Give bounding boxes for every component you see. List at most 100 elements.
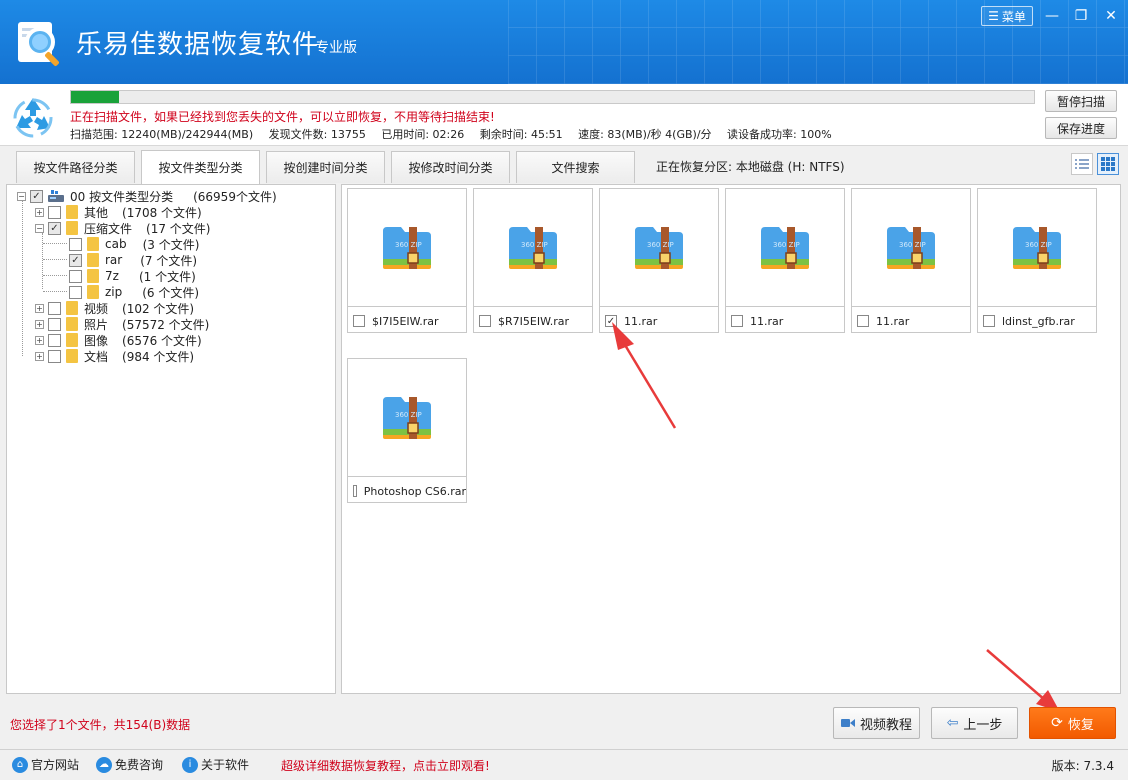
- file-tile[interactable]: 360 ZIP $I7I5EIW.rar: [347, 188, 467, 333]
- expand-icon[interactable]: +: [35, 207, 44, 217]
- file-label-row[interactable]: 11.rar: [726, 309, 844, 333]
- file-name: 11.rar: [624, 314, 658, 328]
- save-progress-button[interactable]: 保存进度: [1045, 117, 1117, 139]
- file-tile[interactable]: 360 ZIP 11.rar: [851, 188, 971, 333]
- zip-archive-icon: 360 ZIP: [383, 226, 431, 269]
- file-label-row[interactable]: Photoshop CS6.rar: [348, 479, 466, 503]
- recover-label: 恢复: [1067, 717, 1094, 733]
- tree-item-documents[interactable]: + 文档 (984 个文件): [35, 348, 194, 364]
- tab-by-path[interactable]: 按文件路径分类: [16, 151, 135, 183]
- tree-checkbox[interactable]: ✓: [30, 189, 43, 203]
- list-view-button[interactable]: [1071, 153, 1093, 175]
- zip-icon-text: 360 ZIP: [395, 241, 422, 249]
- expand-icon[interactable]: +: [35, 351, 44, 361]
- tab-by-type[interactable]: 按文件类型分类: [141, 150, 260, 184]
- tree-checkbox[interactable]: [48, 349, 61, 363]
- zip-archive-icon: 360 ZIP: [383, 396, 431, 439]
- file-type-tree: − ✓ 00 按文件类型分类 (66959个文件) + 其他 (1708 个文件…: [6, 184, 336, 694]
- expand-icon[interactable]: +: [35, 319, 44, 329]
- file-checkbox[interactable]: [479, 315, 491, 327]
- file-checkbox[interactable]: [353, 315, 365, 327]
- file-label-row[interactable]: ✓ 11.rar: [600, 309, 718, 333]
- file-label-row[interactable]: 11.rar: [852, 309, 970, 333]
- file-checkbox[interactable]: [731, 315, 743, 327]
- tree-root[interactable]: − ✓ 00 按文件类型分类 (66959个文件): [17, 188, 277, 204]
- zip-icon-text: 360 ZIP: [1025, 241, 1052, 249]
- file-tile[interactable]: 360 ZIP 11.rar: [725, 188, 845, 333]
- zip-icon-text: 360 ZIP: [647, 241, 674, 249]
- chat-icon: ☁: [96, 756, 112, 773]
- folder-icon: [87, 269, 99, 283]
- tree-item-images[interactable]: + 图像 (6576 个文件): [35, 332, 202, 348]
- tree-checkbox[interactable]: [69, 237, 82, 251]
- tab-by-modified-time[interactable]: 按修改时间分类: [391, 151, 510, 183]
- file-label-row[interactable]: $R7I5EIW.rar: [474, 309, 592, 333]
- pause-scan-button[interactable]: 暂停扫描: [1045, 90, 1117, 112]
- file-thumbnail[interactable]: 360 ZIP: [600, 189, 718, 307]
- file-checkbox[interactable]: ✓: [605, 315, 617, 327]
- official-site-link[interactable]: ⌂ 官方网站: [12, 756, 79, 773]
- tree-checkbox[interactable]: [48, 317, 61, 331]
- file-label-row[interactable]: $I7I5EIW.rar: [348, 309, 466, 333]
- expand-icon[interactable]: +: [35, 303, 44, 313]
- tree-checkbox[interactable]: ✓: [69, 253, 82, 267]
- tree-item-zip[interactable]: zip (6 个文件): [69, 284, 199, 300]
- tab-by-created-time[interactable]: 按创建时间分类: [266, 151, 385, 183]
- menu-button[interactable]: ☰ 菜单: [981, 6, 1033, 26]
- file-name: $I7I5EIW.rar: [372, 314, 439, 328]
- tree-item-photos[interactable]: + 照片 (57572 个文件): [35, 316, 209, 332]
- file-thumbnail[interactable]: 360 ZIP: [978, 189, 1096, 307]
- expand-icon[interactable]: +: [35, 335, 44, 345]
- minimize-icon: —: [1045, 8, 1059, 24]
- file-thumbnail[interactable]: 360 ZIP: [726, 189, 844, 307]
- tree-item-cab[interactable]: cab (3 个文件): [69, 236, 199, 252]
- file-thumbnail[interactable]: 360 ZIP: [348, 189, 466, 307]
- tree-checkbox[interactable]: [48, 205, 61, 219]
- tree-item-video[interactable]: + 视频 (102 个文件): [35, 300, 194, 316]
- file-thumbnail[interactable]: 360 ZIP: [348, 359, 466, 477]
- recover-button[interactable]: ⟳ 恢复: [1029, 707, 1116, 739]
- tree-item-rar[interactable]: ✓ rar (7 个文件): [69, 252, 197, 268]
- file-label-row[interactable]: ldinst_gfb.rar: [978, 309, 1096, 333]
- menu-label: 菜单: [1001, 9, 1026, 24]
- tree-checkbox[interactable]: [48, 333, 61, 347]
- video-tutorial-button[interactable]: 视频教程: [833, 707, 920, 739]
- tab-file-search[interactable]: 文件搜索: [516, 151, 635, 183]
- collapse-icon[interactable]: −: [35, 223, 44, 233]
- file-checkbox[interactable]: [857, 315, 869, 327]
- free-consult-link[interactable]: ☁ 免费咨询: [96, 756, 163, 773]
- about-label: 关于软件: [201, 758, 250, 772]
- tree-item-other[interactable]: + 其他 (1708 个文件): [35, 204, 202, 220]
- file-thumbnail[interactable]: 360 ZIP: [852, 189, 970, 307]
- tree-checkbox[interactable]: ✓: [48, 221, 61, 235]
- file-tile[interactable]: 360 ZIP Photoshop CS6.rar: [347, 358, 467, 503]
- zip-archive-icon: 360 ZIP: [761, 226, 809, 269]
- tree-label: 7z: [105, 269, 119, 283]
- file-checkbox[interactable]: [983, 315, 995, 327]
- collapse-icon[interactable]: −: [17, 191, 26, 201]
- file-tile[interactable]: 360 ZIP ✓ 11.rar: [599, 188, 719, 333]
- tree-item-7z[interactable]: 7z (1 个文件): [69, 268, 196, 284]
- scan-stats: 扫描范围: 12240(MB)/242944(MB) 发现文件数: 13755 …: [70, 126, 844, 142]
- previous-step-button[interactable]: ⇦ 上一步: [931, 707, 1018, 739]
- maximize-button[interactable]: ❐: [1071, 6, 1091, 26]
- tree-item-archives[interactable]: − ✓ 压缩文件 (17 个文件): [35, 220, 210, 236]
- file-thumbnail[interactable]: 360 ZIP: [474, 189, 592, 307]
- free-consult-label: 免费咨询: [115, 758, 164, 772]
- scan-progress-fill: [71, 91, 120, 103]
- tree-checkbox[interactable]: [69, 285, 82, 299]
- file-tile[interactable]: 360 ZIP $R7I5EIW.rar: [473, 188, 593, 333]
- file-tile[interactable]: 360 ZIP ldinst_gfb.rar: [977, 188, 1097, 333]
- read-success-rate: 读设备成功率: 100%: [727, 128, 832, 141]
- tree-label: zip: [105, 285, 123, 299]
- file-checkbox[interactable]: [353, 485, 357, 497]
- zip-archive-icon: 360 ZIP: [887, 226, 935, 269]
- tree-checkbox[interactable]: [69, 269, 82, 283]
- drive-icon: [48, 190, 64, 202]
- about-link[interactable]: i 关于软件: [182, 756, 249, 773]
- tutorial-promo-link[interactable]: 超级详细数据恢复教程，点击立即观看!: [281, 757, 490, 774]
- thumbnail-view-button[interactable]: [1097, 153, 1119, 175]
- tree-checkbox[interactable]: [48, 301, 61, 315]
- minimize-button[interactable]: —: [1042, 6, 1062, 26]
- close-button[interactable]: ✕: [1101, 6, 1121, 26]
